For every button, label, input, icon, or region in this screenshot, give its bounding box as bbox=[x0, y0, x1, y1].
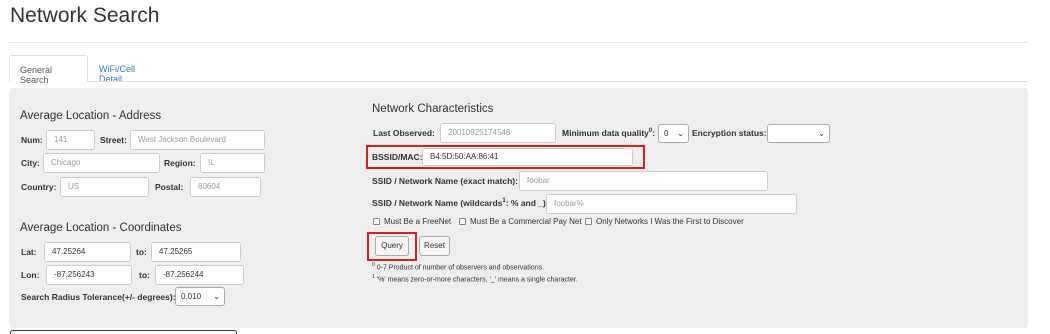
next-section-edge bbox=[10, 330, 237, 334]
first-discover-checkbox[interactable] bbox=[585, 218, 592, 225]
radius-label: Search Radius Tolerance(+/- degrees): bbox=[21, 292, 176, 302]
street-label: Street: bbox=[100, 135, 127, 145]
chevron-down-icon: ⌄ bbox=[818, 129, 825, 138]
radius-value: 0.010 bbox=[181, 292, 202, 301]
footnote-wildcard: 1 '%' means zero-or-more characters, '_'… bbox=[372, 274, 578, 284]
min-quality-value: 0 bbox=[664, 129, 669, 138]
lat-to-input[interactable]: 47.25265 bbox=[151, 242, 241, 262]
city-input[interactable]: Chicago bbox=[43, 153, 160, 173]
title-divider bbox=[9, 42, 1028, 43]
country-input[interactable]: US bbox=[60, 177, 149, 197]
min-quality-select[interactable]: 0 ⌄ bbox=[658, 124, 689, 143]
coordinates-heading: Average Location - Coordinates bbox=[20, 222, 182, 234]
last-observed-input[interactable]: 20010925174546 bbox=[440, 123, 556, 143]
search-form-panel: Average Location - Address Num: 141 Stre… bbox=[9, 88, 1028, 328]
region-input[interactable]: IL bbox=[200, 153, 265, 173]
paynet-label: Must Be a Commercial Pay Net bbox=[470, 217, 582, 226]
last-observed-label: Last Observed: bbox=[373, 128, 435, 138]
address-heading: Average Location - Address bbox=[20, 110, 162, 122]
num-input[interactable]: 141 bbox=[46, 130, 95, 150]
ssid-wildcard-label: SSID / Network Name (wildcards1: % and _… bbox=[372, 198, 549, 208]
network-heading: Network Characteristics bbox=[372, 103, 494, 115]
chevron-down-icon: ⌄ bbox=[213, 292, 220, 301]
radius-select[interactable]: 0.010 ⌄ bbox=[175, 287, 225, 306]
lat-label: Lat: bbox=[21, 247, 37, 257]
street-input[interactable]: West Jackson Boulevard bbox=[130, 130, 265, 150]
query-button[interactable]: Query bbox=[375, 236, 409, 256]
country-label: Country: bbox=[21, 182, 57, 192]
lon-to-input[interactable]: -87.256244 bbox=[155, 265, 244, 285]
lat-to-label: to: bbox=[136, 247, 147, 257]
footnote-quality: 0 0-7 Product of number of observers and… bbox=[372, 262, 545, 272]
reset-button[interactable]: Reset bbox=[419, 236, 450, 256]
lat-from-input[interactable]: 47.25264 bbox=[44, 242, 131, 262]
freenet-checkbox[interactable] bbox=[373, 218, 380, 225]
first-discover-label: Only Networks I Was the First to Discove… bbox=[596, 217, 744, 226]
freenet-label: Must Be a FreeNet bbox=[384, 217, 452, 226]
paynet-checkbox[interactable] bbox=[459, 218, 466, 225]
chevron-down-icon: ⌄ bbox=[677, 129, 684, 138]
postal-label: Postal: bbox=[155, 182, 184, 192]
city-label: City: bbox=[21, 158, 40, 168]
encryption-select[interactable]: ⌄ bbox=[767, 124, 830, 143]
num-label: Num: bbox=[21, 135, 43, 145]
bssid-label: BSSID/MAC: bbox=[372, 152, 423, 162]
bssid-input[interactable]: B4:5D:50:AA:86:41 bbox=[422, 148, 633, 166]
min-quality-label: Minimum data quality0: bbox=[562, 128, 656, 138]
tab-general-search[interactable]: General Search bbox=[9, 55, 88, 85]
encryption-label: Encryption status: bbox=[692, 128, 767, 138]
ssid-wildcard-input[interactable]: foobar% bbox=[546, 194, 797, 214]
page-title: Network Search bbox=[10, 4, 160, 27]
tab-divider bbox=[9, 81, 1028, 82]
region-label: Region: bbox=[164, 158, 196, 168]
lon-label: Lon: bbox=[21, 270, 40, 280]
postal-input[interactable]: 60604 bbox=[190, 177, 261, 197]
lon-from-input[interactable]: -87.256243 bbox=[46, 265, 132, 285]
ssid-exact-input[interactable]: foobar bbox=[519, 171, 768, 191]
tab-wifi-cell-detail[interactable]: WiFi/Cell Detail bbox=[89, 55, 169, 84]
lon-to-label: to: bbox=[139, 270, 150, 280]
ssid-exact-label: SSID / Network Name (exact match): bbox=[372, 176, 518, 186]
